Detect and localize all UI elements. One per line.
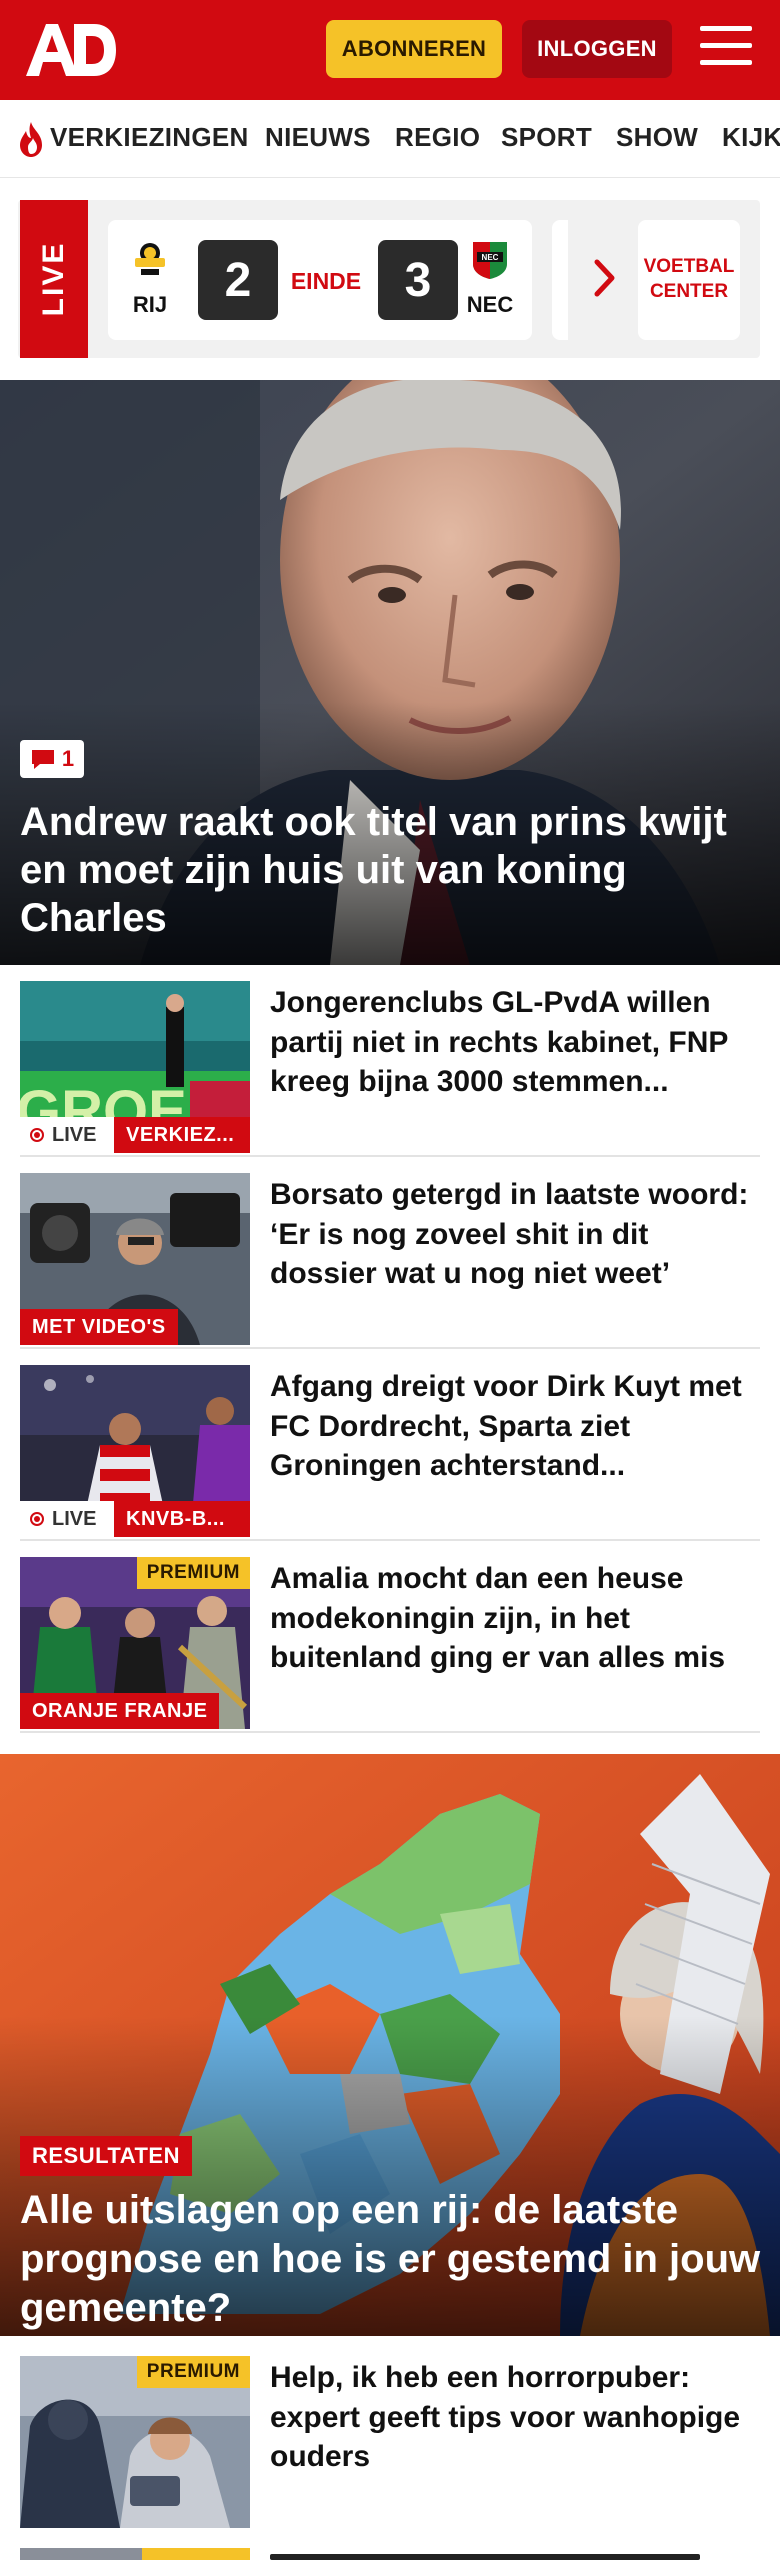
comment-badge[interactable]: 1 (20, 740, 84, 778)
nav-item-verkiezingen[interactable]: VERKIEZINGEN (50, 122, 249, 153)
article-thumbnail: MET VIDEO'S (20, 1173, 250, 1345)
article-thumbnail: PREMIUM ORANJE FRANJE (20, 1557, 250, 1729)
comment-icon (31, 750, 54, 769)
match-card[interactable]: RIJ 2 EINDE 3 NEC NEC (108, 220, 532, 340)
next-match-card[interactable] (552, 220, 568, 340)
rijnsburgse-boys-logo (135, 243, 165, 275)
article-thumbnail: GROE LIVE VERKIEZ... (20, 981, 250, 1153)
live-indicator: LIVE (20, 1501, 114, 1537)
article-tag: MET VIDEO'S (20, 1309, 178, 1345)
premium-badge: PREMIUM (136, 2356, 250, 2388)
article-tag: KNVB-B... (114, 1501, 250, 1537)
article-item[interactable]: PREMIUM Help, ik heb een horrorpuber: ex… (20, 2336, 760, 2528)
live-label: LIVE (20, 200, 88, 358)
article-item[interactable]: GROE LIVE VERKIEZ... Jongerenclubs GL-Pv… (20, 965, 760, 1157)
home-team: RIJ (122, 238, 178, 318)
nav-item-kijk[interactable]: KIJK (722, 122, 780, 153)
results-tag: RESULTATEN (20, 2136, 192, 2176)
hero-title[interactable]: Andrew raakt ook titel van prins kwijt e… (20, 798, 760, 942)
flame-icon (20, 122, 42, 157)
nav-item-show[interactable]: SHOW (616, 122, 698, 153)
section-nav: VERKIEZINGEN NIEUWS REGIO SPORT SHOW KIJ… (0, 100, 780, 178)
away-score: 3 (378, 240, 458, 320)
live-scores-bar: LIVE RIJ 2 EINDE 3 NEC NEC VOETBAL CENTE… (18, 200, 760, 358)
next-article-title[interactable] (270, 2548, 750, 2560)
results-title[interactable]: Alle uitslagen op een rij: de laatste pr… (20, 2186, 765, 2334)
article-tag: ORANJE FRANJE (20, 1693, 220, 1729)
article-thumbnail: PREMIUM (20, 2356, 250, 2528)
article-title[interactable]: Afgang dreigt voor Dirk Kuyt met FC Dord… (270, 1367, 760, 1486)
match-status: EINDE (290, 268, 362, 294)
voetbal-center-link[interactable]: VOETBAL CENTER (638, 220, 740, 340)
live-dot-icon (30, 1128, 44, 1142)
article-title[interactable]: Jongerenclubs GL-PvdA willen partij niet… (270, 983, 760, 1102)
ad-logo[interactable] (24, 20, 118, 80)
home-score: 2 (198, 240, 278, 320)
site-header: ABONNEREN INLOGGEN (0, 0, 780, 100)
article-thumbnail: LIVE KNVB-B... (20, 1365, 250, 1537)
article-item[interactable]: LIVE KNVB-B... Afgang dreigt voor Dirk K… (20, 1349, 760, 1541)
article-title[interactable]: Borsato getergd in laatste woord: ‘Er is… (270, 1175, 760, 1294)
live-indicator: LIVE (20, 1117, 114, 1153)
chevron-right-icon[interactable] (594, 258, 616, 298)
svg-text:NEC: NEC (482, 253, 499, 262)
article-title[interactable]: Help, ik heb een horrorpuber: expert gee… (270, 2358, 760, 2477)
premium-badge: PREMIUM (136, 1557, 250, 1589)
results-hero-article[interactable]: RESULTATEN Alle uitslagen op een rij: de… (0, 1754, 780, 2336)
hero-article[interactable]: 1 Andrew raakt ook titel van prins kwijt… (0, 380, 780, 965)
nav-item-nieuws[interactable]: NIEUWS (265, 122, 371, 153)
login-button[interactable]: INLOGGEN (522, 20, 672, 78)
article-item[interactable]: PREMIUM ORANJE FRANJE Amalia mocht dan e… (20, 1541, 760, 1733)
article-item[interactable]: MET VIDEO'S Borsato getergd in laatste w… (20, 1157, 760, 1349)
subscribe-button[interactable]: ABONNEREN (326, 20, 502, 78)
menu-icon[interactable] (700, 26, 752, 70)
next-premium-badge (142, 2548, 250, 2560)
nav-item-regio[interactable]: REGIO (395, 122, 480, 153)
nec-logo: NEC (473, 242, 507, 279)
nav-item-sport[interactable]: SPORT (501, 122, 592, 153)
article-tag: VERKIEZ... (114, 1117, 250, 1153)
article-title[interactable]: Amalia mocht dan een heuse modekoningin … (270, 1559, 760, 1678)
away-team: NEC NEC (462, 238, 518, 318)
live-dot-icon (30, 1512, 44, 1526)
